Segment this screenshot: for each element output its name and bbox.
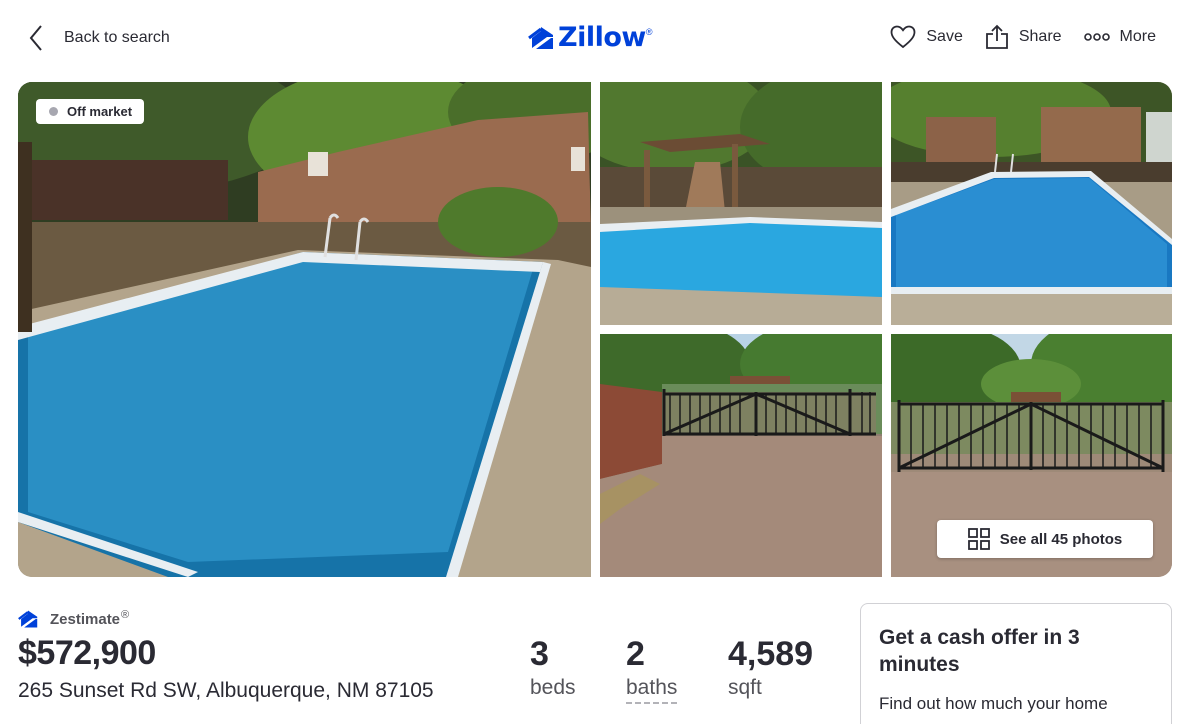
cash-offer-title: Get a cash offer in 3 minutes xyxy=(879,626,1080,676)
status-dot-icon xyxy=(49,107,58,116)
pool-photo-image xyxy=(18,82,591,577)
pool-wide-image xyxy=(891,82,1172,325)
save-label: Save xyxy=(926,28,963,45)
see-all-photos-button[interactable]: See all 45 photos xyxy=(937,520,1153,558)
zillow-logo-icon xyxy=(528,26,553,49)
zestimate-label: Zestimate xyxy=(50,610,121,628)
share-button[interactable]: Share xyxy=(985,24,1062,50)
header-actions: Save Share More xyxy=(868,24,1156,50)
zillow-logo-text: Zillow xyxy=(558,22,646,53)
sqft-label: sqft xyxy=(728,676,762,699)
back-to-search-label: Back to search xyxy=(64,29,170,46)
zestimate-logo-icon xyxy=(18,610,38,628)
zestimate-header[interactable]: Zestimate ® xyxy=(18,609,129,629)
status-badge-label: Off market xyxy=(67,104,133,119)
baths-stat: 2 baths xyxy=(626,635,678,704)
status-badge: Off market xyxy=(36,99,145,124)
share-icon xyxy=(985,24,1008,49)
pergola-pool-image xyxy=(600,82,882,325)
gallery-photo-4[interactable] xyxy=(600,334,882,577)
zillow-trademark: ® xyxy=(645,26,653,37)
gallery-photo-2[interactable] xyxy=(600,82,882,325)
more-label: More xyxy=(1119,28,1156,45)
main-photo[interactable]: Off market xyxy=(18,82,591,577)
heart-icon xyxy=(890,25,916,49)
share-label: Share xyxy=(1018,28,1062,45)
beds-value: 3 xyxy=(530,635,549,673)
sqft-stat: 4,589 sqft xyxy=(728,636,813,700)
back-to-search-link[interactable]: Back to search xyxy=(28,24,170,52)
baths-value: 2 xyxy=(626,635,645,673)
gate-driveway-image xyxy=(600,334,882,577)
more-dots-icon xyxy=(1083,33,1110,41)
zillow-logo[interactable]: Zillow ® xyxy=(528,22,652,53)
zestimate-trademark: ® xyxy=(121,609,130,621)
baths-label[interactable]: baths xyxy=(626,676,678,704)
beds-label: beds xyxy=(530,676,576,699)
top-bar: Back to search Zillow ® Save Share More xyxy=(0,0,1188,78)
address: 265 Sunset Rd SW, Albuquerque, NM 87105 xyxy=(18,679,434,702)
more-button[interactable]: More xyxy=(1083,28,1156,46)
cash-offer-card[interactable]: Get a cash offer in 3 minutes Find out h… xyxy=(860,603,1172,724)
gallery-photo-3[interactable] xyxy=(891,82,1172,325)
photo-gallery: Off market See all 45 photos xyxy=(18,82,1172,577)
chevron-left-icon xyxy=(29,25,42,51)
sqft-value: 4,589 xyxy=(728,635,814,673)
grid-icon xyxy=(967,528,990,550)
save-button[interactable]: Save xyxy=(890,25,963,49)
see-all-photos-label: See all 45 photos xyxy=(999,530,1123,548)
beds-stat: 3 beds xyxy=(530,636,576,700)
price: $572,900 xyxy=(18,634,156,672)
cash-offer-subtitle: Find out how much your home xyxy=(879,694,1108,713)
